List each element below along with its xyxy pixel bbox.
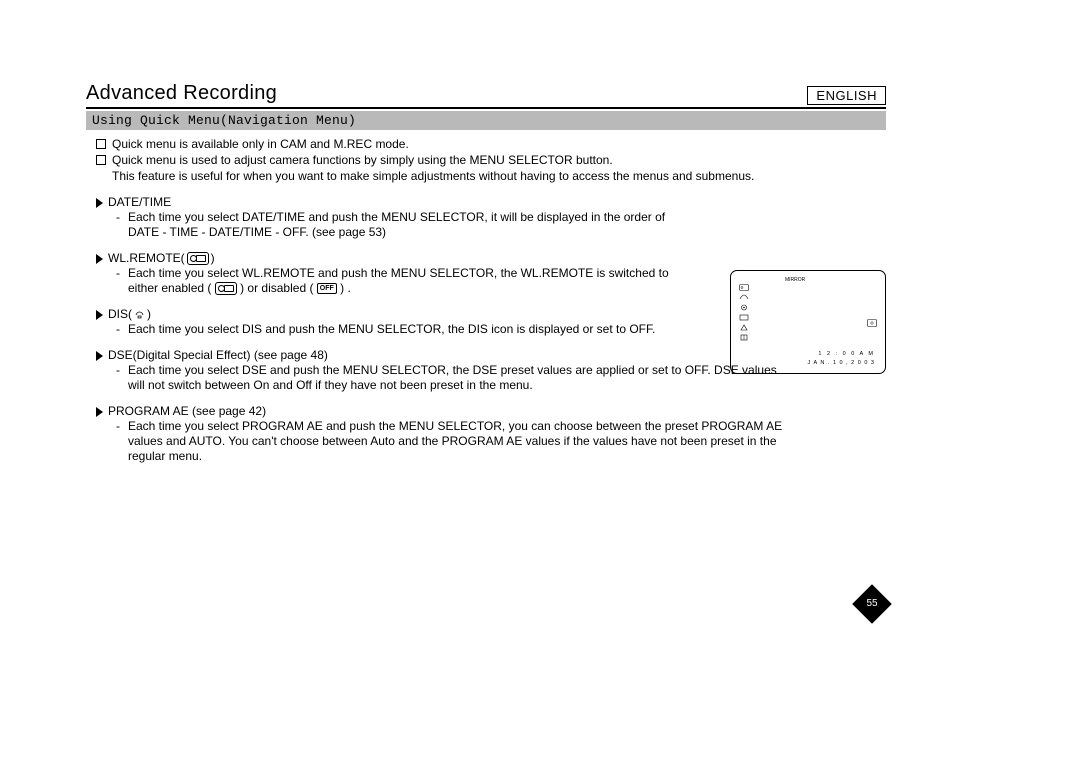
intro-line: Quick menu is available only in CAM and … (112, 136, 886, 152)
dis-hand-icon (134, 309, 145, 320)
remote-enabled-icon (215, 282, 237, 295)
display-right-icon (867, 319, 877, 327)
intro-line: Quick menu is used to adjust camera func… (112, 152, 886, 168)
section-heading-suffix: ) (211, 251, 215, 266)
display-dis-icon (739, 294, 749, 301)
display-remote-icon (739, 284, 749, 291)
section-heading: PROGRAM AE (see page 42) (108, 404, 266, 419)
intro-line: This feature is useful for when you want… (112, 168, 886, 184)
camera-display-panel: MIRROR 1 2 : 0 0 A M J A N . 1 0 , 2 0 0… (730, 270, 886, 374)
page-number-badge: 55 (858, 590, 886, 618)
bullet-text: Each time you select DIS and push the ME… (128, 322, 788, 337)
display-ae-icon (739, 304, 749, 311)
bullet-frag: ) or disabled ( (240, 281, 313, 295)
section-heading: WL.REMOTE( (108, 251, 185, 266)
remote-off-icon: OFF (317, 283, 337, 294)
dash-icon: - (116, 210, 128, 240)
page-title: Advanced Recording (86, 82, 886, 109)
display-date: J A N . 1 0 , 2 0 0 3 (808, 360, 875, 366)
manual-page: ENGLISH Advanced Recording Using Quick M… (86, 82, 886, 464)
bullet-frag: Each time you select WL.REMOTE and push … (128, 266, 669, 295)
bullet-text: Each time you select WL.REMOTE and push … (128, 266, 688, 296)
triangle-bullet-icon (96, 407, 103, 417)
section-heading: DSE(Digital Special Effect) (see page 48… (108, 348, 328, 363)
bullet-text: Each time you select DSE and push the ME… (128, 363, 788, 393)
intro-block: Quick menu is available only in CAM and … (96, 136, 886, 184)
triangle-bullet-icon (96, 254, 103, 264)
section-datetime: DATE/TIME -Each time you select DATE/TIM… (96, 195, 886, 240)
dash-icon: - (116, 266, 128, 296)
bullet-square-icon (96, 155, 106, 165)
section-programae: PROGRAM AE (see page 42) -Each time you … (96, 404, 886, 464)
display-time: 1 2 : 0 0 A M (818, 351, 875, 357)
section-heading: DIS( (108, 307, 132, 322)
bullet-text: Each time you select DATE/TIME and push … (128, 210, 688, 240)
display-misc-icon (739, 334, 749, 341)
bullet-frag: ) . (340, 281, 351, 295)
display-dse-icon (739, 314, 749, 321)
triangle-bullet-icon (96, 310, 103, 320)
language-badge: ENGLISH (807, 86, 886, 105)
dash-icon: - (116, 363, 128, 393)
display-misc-icon (739, 324, 749, 331)
section-subtitle: Using Quick Menu(Navigation Menu) (86, 111, 886, 130)
display-mirror-label: MIRROR (785, 277, 805, 283)
dash-icon: - (116, 322, 128, 337)
triangle-bullet-icon (96, 198, 103, 208)
bullet-text: Each time you select PROGRAM AE and push… (128, 419, 788, 464)
page-number: 55 (858, 590, 886, 618)
triangle-bullet-icon (96, 351, 103, 361)
dash-icon: - (116, 419, 128, 464)
display-left-icons (739, 284, 749, 341)
remote-enabled-icon (187, 252, 209, 265)
section-heading-suffix: ) (147, 307, 151, 322)
section-heading: DATE/TIME (108, 195, 171, 210)
bullet-square-icon (96, 139, 106, 149)
